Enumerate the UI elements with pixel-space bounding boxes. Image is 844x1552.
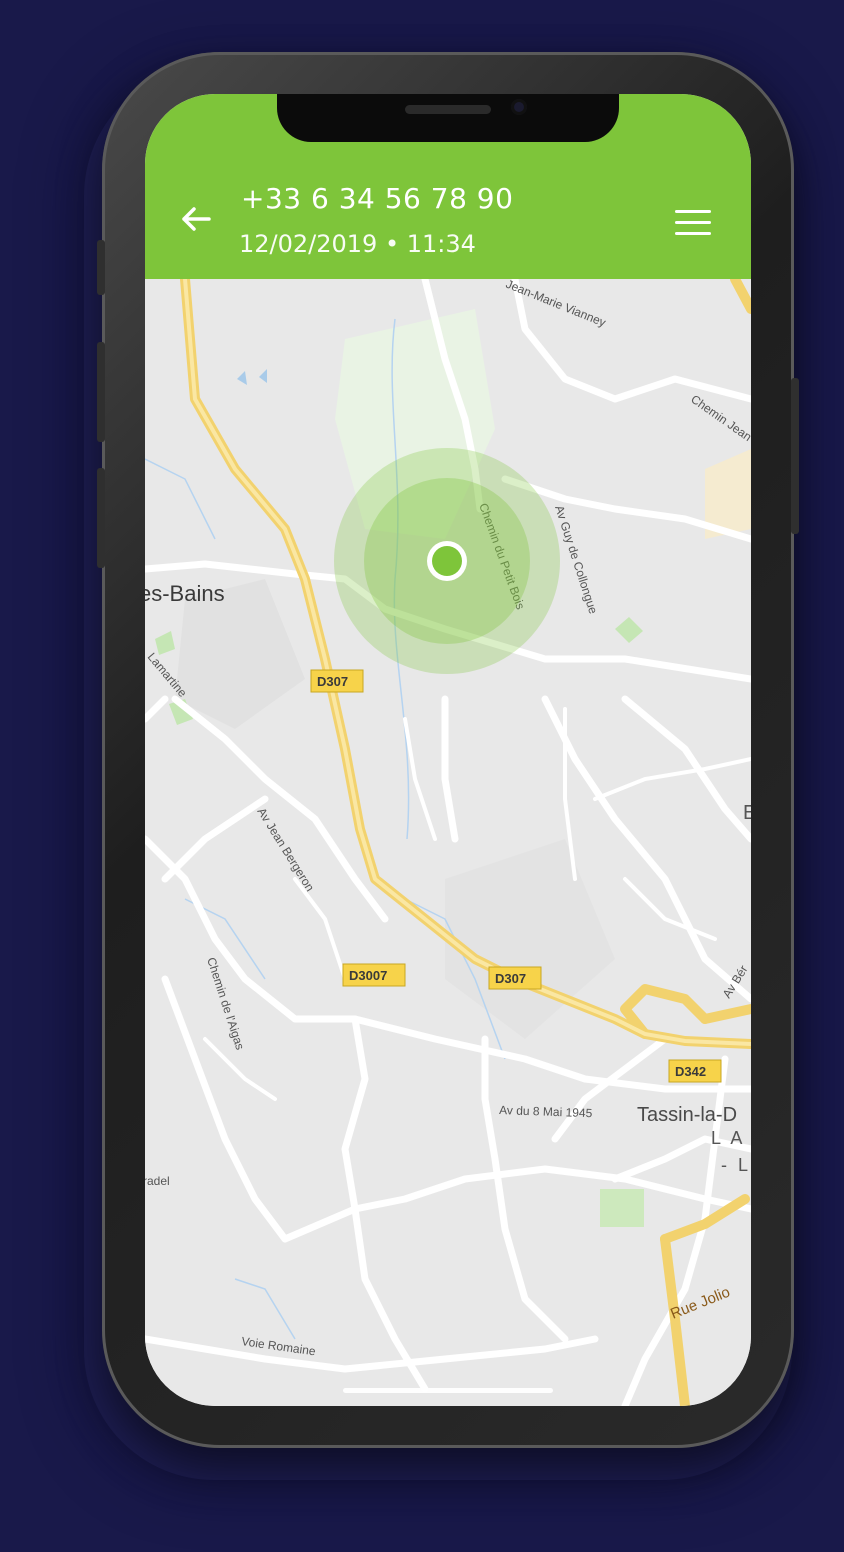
road-badge-d3007: D3007	[349, 968, 387, 983]
road-badge-d342: D342	[675, 1064, 706, 1079]
map-view[interactable]: D307 D3007 D307 D342 es-Bains Tassin-la-…	[145, 279, 751, 1406]
road-label-pradel: Pradel	[145, 1174, 170, 1188]
place-label-bains: es-Bains	[145, 581, 225, 606]
menu-button[interactable]	[675, 210, 711, 236]
app-screen: D307 D3007 D307 D342 es-Bains Tassin-la-…	[145, 94, 751, 1406]
caller-phone-number: +33 6 34 56 78 90	[241, 182, 514, 215]
call-datetime: 12/02/2019 • 11:34	[239, 230, 476, 258]
arrow-left-icon	[182, 207, 211, 231]
mute-switch	[97, 240, 105, 295]
speaker-grille	[405, 105, 491, 114]
front-camera	[511, 99, 527, 115]
app-header: +33 6 34 56 78 90 12/02/2019 • 11:34	[145, 94, 751, 279]
home-indicator[interactable]	[343, 1388, 553, 1393]
road-badge-d307-north: D307	[317, 674, 348, 689]
volume-down-button	[97, 468, 105, 568]
place-label-tassin: Tassin-la-D	[637, 1104, 737, 1126]
device-notch	[277, 94, 619, 142]
volume-up-button	[97, 342, 105, 442]
back-button[interactable]	[179, 202, 215, 242]
power-button	[791, 378, 799, 534]
place-label-l: - L	[721, 1155, 751, 1175]
place-label-e: E	[743, 802, 751, 824]
location-dot	[432, 546, 462, 576]
road-badge-d307-south: D307	[495, 971, 526, 986]
place-label-la: L A	[711, 1128, 745, 1148]
